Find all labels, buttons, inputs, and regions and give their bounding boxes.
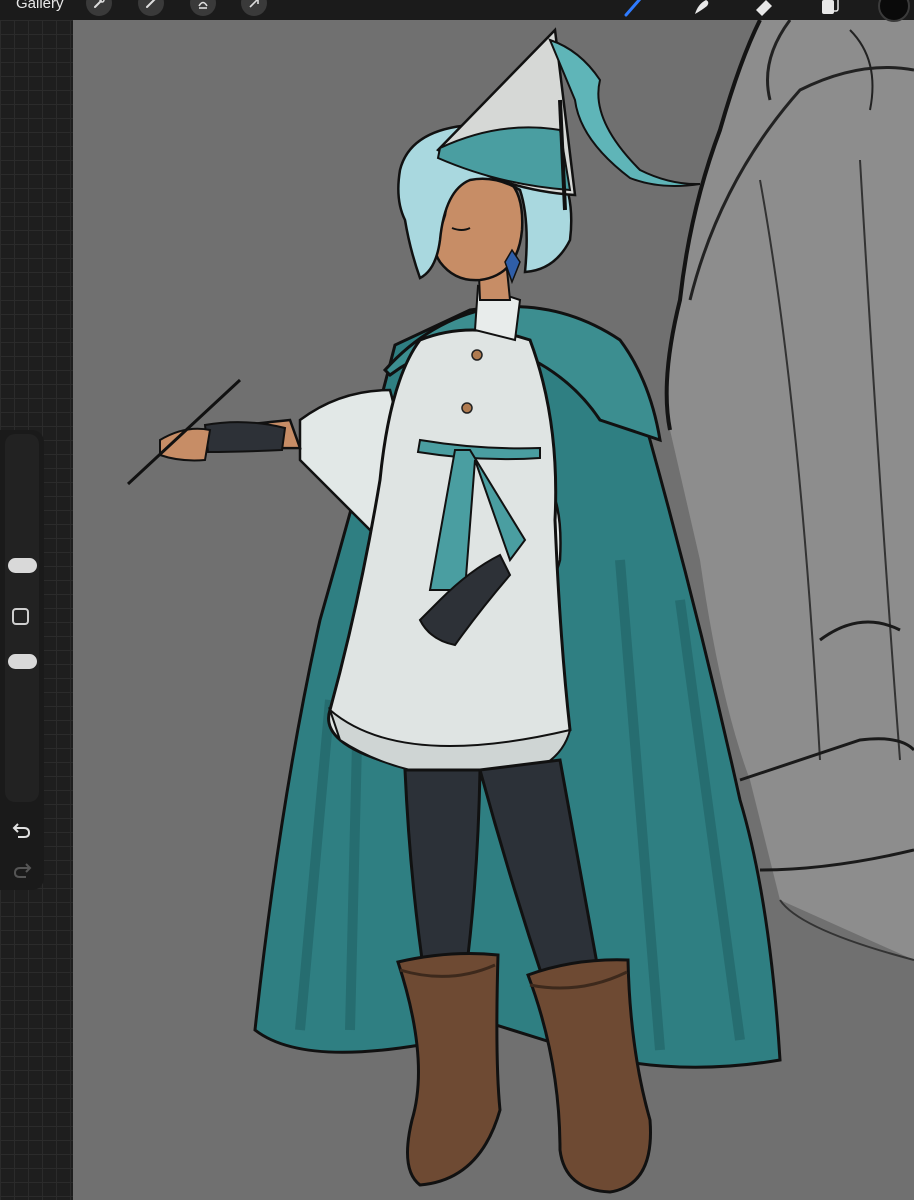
top-toolbar: Gallery — [0, 0, 914, 22]
brush-size-slider[interactable] — [8, 558, 37, 573]
selection-icon[interactable] — [190, 0, 216, 16]
brush-icon[interactable] — [622, 0, 646, 18]
tunic-button — [471, 349, 483, 361]
gallery-button[interactable]: Gallery — [16, 0, 64, 14]
sidebar — [0, 430, 44, 890]
drawing-canvas[interactable] — [73, 20, 914, 1200]
layers-icon[interactable] — [818, 0, 842, 18]
tunic-button — [461, 402, 473, 414]
color-swatch[interactable] — [878, 0, 910, 22]
left-glove — [203, 421, 287, 454]
magic-wand-icon[interactable] — [138, 0, 164, 16]
smudge-icon[interactable] — [690, 0, 714, 18]
undo-icon[interactable] — [11, 818, 33, 840]
redo-icon[interactable] — [11, 858, 33, 880]
transform-arrow-icon[interactable] — [241, 0, 267, 16]
wrench-icon[interactable] — [86, 0, 112, 16]
opacity-slider[interactable] — [8, 654, 37, 669]
eraser-icon[interactable] — [752, 0, 776, 18]
modify-button[interactable] — [12, 608, 29, 625]
